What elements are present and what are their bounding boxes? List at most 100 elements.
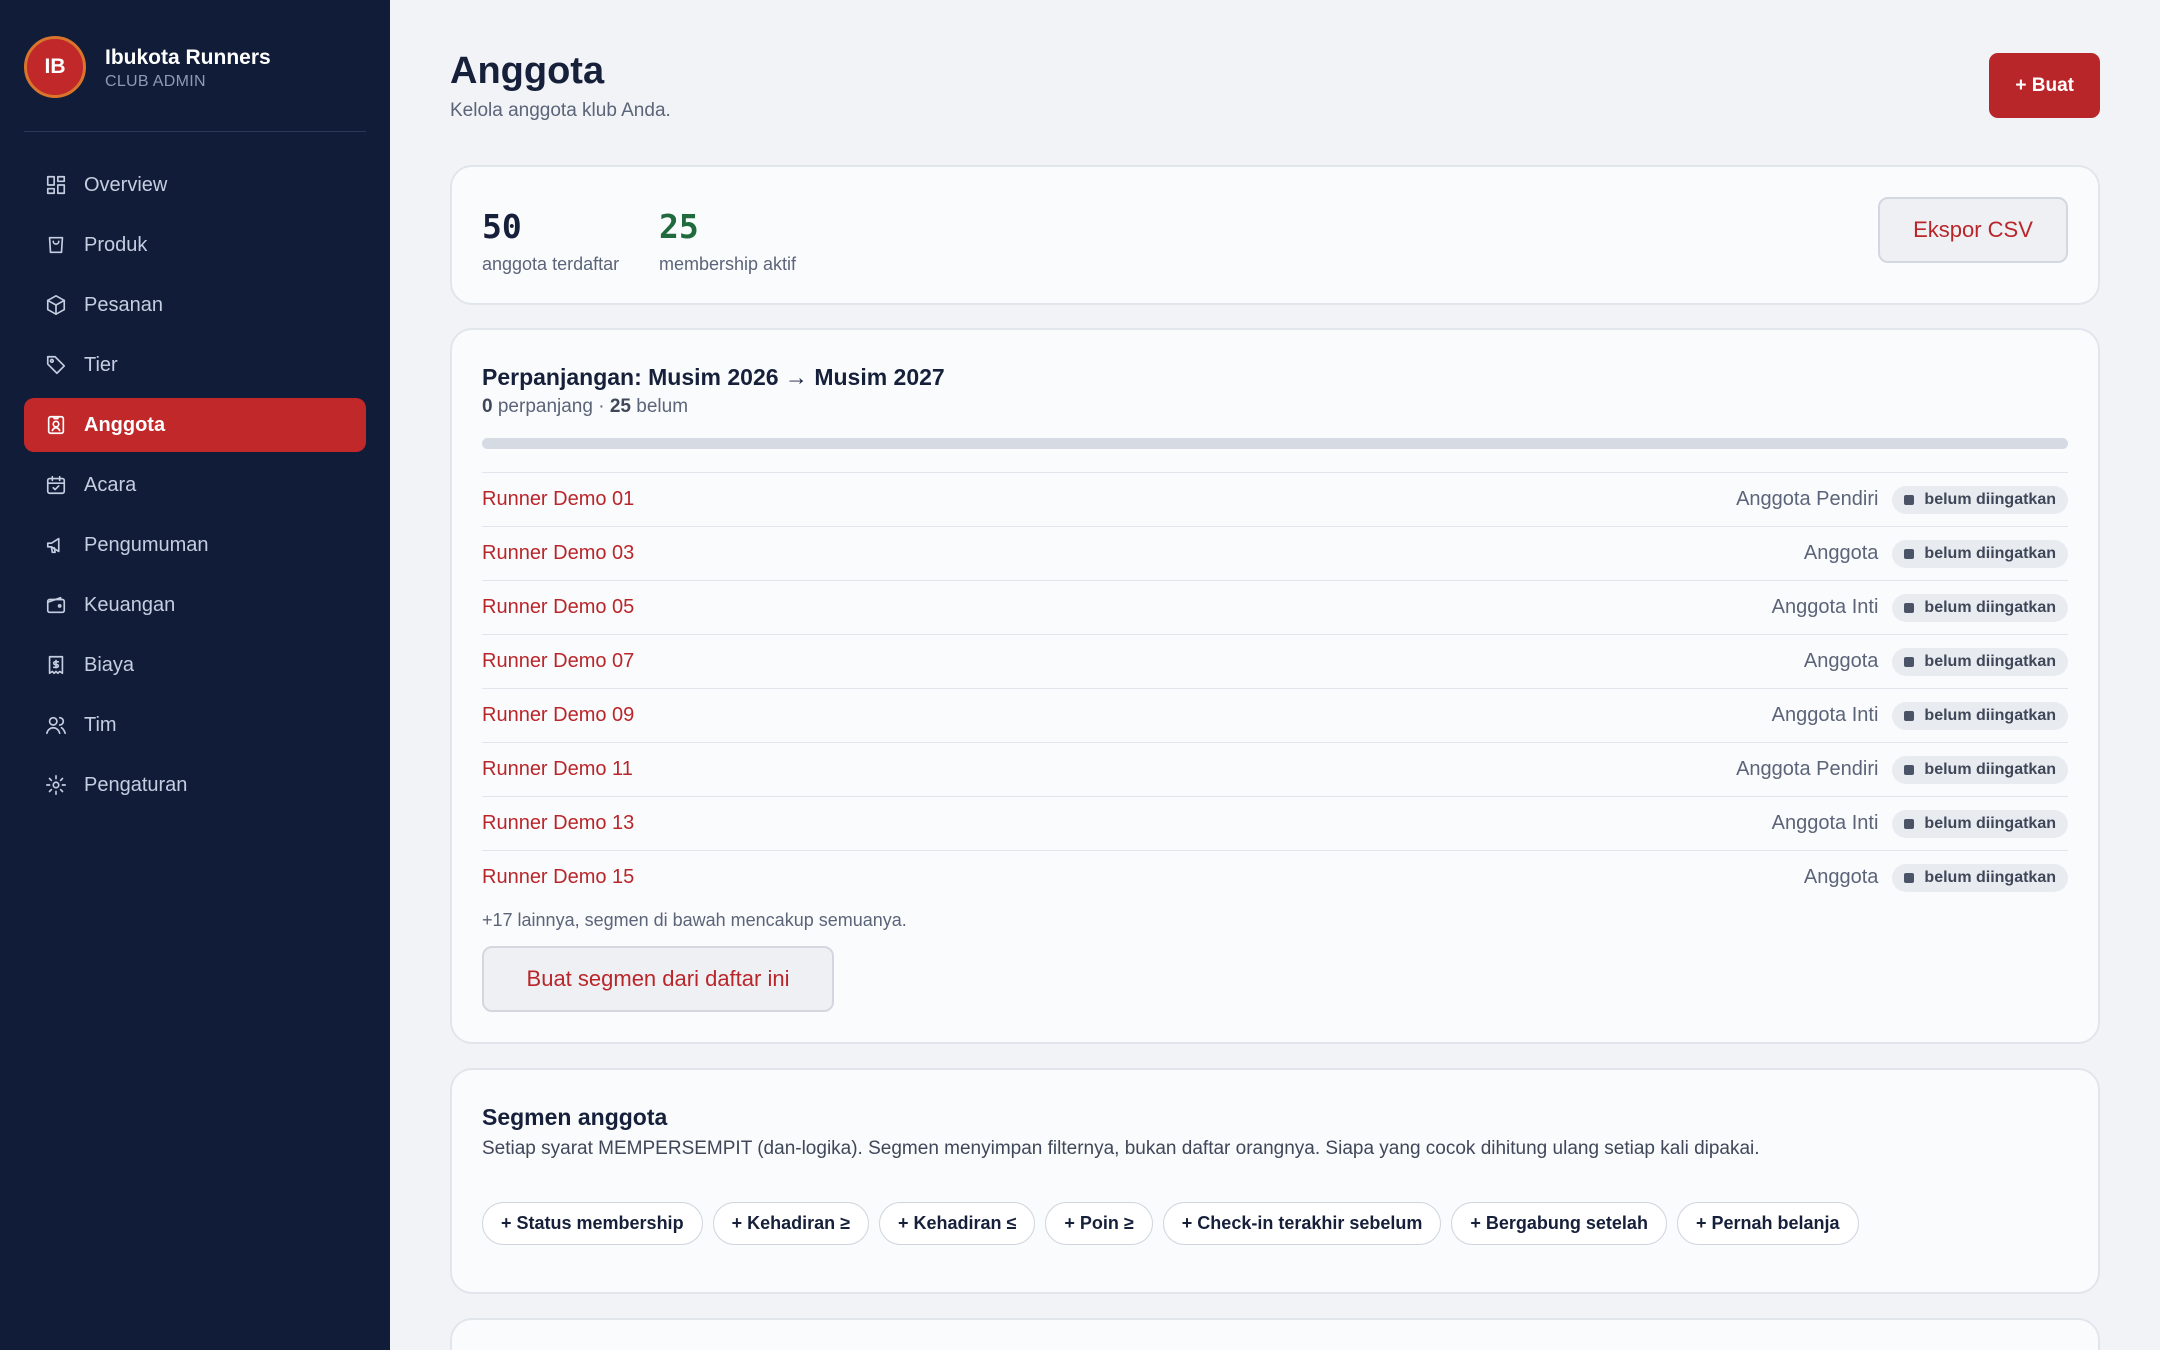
sidebar-item-label: Keuangan	[84, 593, 176, 616]
pending-count: 25	[609, 396, 631, 417]
club-brand: IB Ibukota Runners CLUB ADMIN	[24, 36, 366, 132]
member-meta: Anggota Pendiri belum diingatkan	[1736, 485, 2068, 514]
member-name-link[interactable]: Runner Demo 01	[482, 488, 634, 511]
sidebar-item-keuangan[interactable]: Keuangan	[24, 578, 366, 632]
member-name-link[interactable]: Runner Demo 13	[482, 812, 634, 835]
segment-filter-chip[interactable]: + Kehadiran ≥	[712, 1202, 869, 1245]
segments-description: Setiap syarat MEMPERSEMPIT (dan-logika).…	[482, 1138, 1760, 1159]
reminder-status-badge: belum diingatkan	[1892, 539, 2068, 568]
reminder-status-text: belum diingatkan	[1924, 490, 2056, 508]
segment-filter-chip[interactable]: + Kehadiran ≤	[878, 1202, 1036, 1245]
export-csv-button[interactable]: Ekspor CSV	[1878, 197, 2068, 263]
sidebar-item-produk[interactable]: Produk	[24, 218, 366, 272]
status-dot-icon	[1904, 494, 1915, 505]
active-count: 25	[659, 207, 699, 246]
sidebar-item-label: Pengumuman	[84, 533, 209, 556]
member-tier: Anggota	[1803, 650, 1879, 672]
renewed-count: 0	[482, 396, 493, 417]
status-dot-icon	[1904, 818, 1915, 829]
reminder-status-badge: belum diingatkan	[1892, 593, 2068, 622]
reminder-status-text: belum diingatkan	[1924, 544, 2056, 562]
segment-filter-chip[interactable]: + Status membership	[482, 1202, 703, 1245]
gear-icon	[44, 773, 68, 797]
reminder-status-badge: belum diingatkan	[1892, 809, 2068, 838]
member-row: Runner Demo 13 Anggota Inti belum diingatk…	[482, 796, 2068, 850]
segment-filter-chip[interactable]: + Poin ≥	[1045, 1202, 1153, 1245]
member-row: Runner Demo 09 Anggota Inti belum diingatk…	[482, 688, 2068, 742]
page-subtitle: Kelola anggota klub Anda.	[450, 100, 671, 121]
segment-filter-chip[interactable]: + Check-in terakhir sebelum	[1162, 1202, 1442, 1245]
renewal-summary: 0 perpanjang · 25 belum	[482, 396, 688, 418]
sidebar-item-tim[interactable]: Tim	[24, 698, 366, 752]
segment-filter-chip[interactable]: + Pernah belanja	[1676, 1202, 1859, 1245]
sidebar-item-label: Pengaturan	[84, 773, 188, 796]
status-dot-icon	[1904, 548, 1915, 559]
summary-separator: ·	[598, 396, 605, 417]
member-row: Runner Demo 11 Anggota Pendiri belum diing…	[482, 742, 2068, 796]
pending-label: belum	[636, 396, 689, 417]
calendar-icon	[44, 473, 68, 497]
member-row: Runner Demo 07 Anggota belum diingatkan	[482, 634, 2068, 688]
member-badge-icon	[44, 413, 68, 437]
shopping-bag-icon	[44, 233, 68, 257]
member-name-link[interactable]: Runner Demo 15	[482, 866, 634, 889]
sidebar-item-tier[interactable]: Tier	[24, 338, 366, 392]
sidebar-item-pengaturan[interactable]: Pengaturan	[24, 758, 366, 812]
reminder-status-badge: belum diingatkan	[1892, 485, 2068, 514]
renewed-label: perpanjang	[497, 396, 593, 417]
status-dot-icon	[1904, 872, 1915, 883]
megaphone-icon	[44, 533, 68, 557]
sidebar-item-anggota[interactable]: Anggota	[24, 398, 366, 452]
sidebar: IB Ibukota Runners CLUB ADMIN Overview Pr…	[0, 0, 390, 1350]
reminder-status-text: belum diingatkan	[1924, 598, 2056, 616]
sidebar-item-acara[interactable]: Acara	[24, 458, 366, 512]
create-button[interactable]: + Buat	[1989, 53, 2100, 118]
grid-icon	[44, 173, 68, 197]
sidebar-item-biaya[interactable]: Biaya	[24, 638, 366, 692]
page-title: Anggota	[450, 50, 605, 92]
sidebar-item-label: Acara	[84, 473, 137, 496]
club-name: Ibukota Runners	[105, 46, 271, 69]
renewal-progress-bar	[482, 438, 2068, 449]
member-tier: Anggota Pendiri	[1736, 488, 1879, 510]
sidebar-item-overview[interactable]: Overview	[24, 158, 366, 212]
member-meta: Anggota Inti belum diingatkan	[1772, 809, 2068, 838]
member-name-link[interactable]: Runner Demo 05	[482, 596, 634, 619]
tag-icon	[44, 353, 68, 377]
registered-count: 50	[482, 207, 522, 246]
member-tier: Anggota	[1803, 866, 1879, 888]
member-name-link[interactable]: Runner Demo 07	[482, 650, 634, 673]
member-meta: Anggota Inti belum diingatkan	[1772, 593, 2068, 622]
active-label: membership aktif	[659, 254, 797, 274]
reminder-status-text: belum diingatkan	[1924, 706, 2056, 724]
main-content: Anggota Kelola anggota klub Anda. + Buat…	[390, 0, 2160, 1350]
wallet-icon	[44, 593, 68, 617]
segment-filter-chips: + Status membership + Kehadiran ≥ + Kehadi…	[482, 1202, 1859, 1245]
member-tier: Anggota	[1803, 542, 1879, 564]
sidebar-item-label: Pesanan	[84, 293, 163, 316]
stat-registered: 50 anggota terdaftar	[482, 207, 619, 275]
segments-title: Segmen anggota	[482, 1104, 668, 1130]
member-meta: Anggota Pendiri belum diingatkan	[1736, 755, 2068, 784]
member-name-link[interactable]: Runner Demo 09	[482, 704, 634, 727]
member-row: Runner Demo 01 Anggota Pendiri belum diing…	[482, 472, 2068, 526]
reminder-status-badge: belum diingatkan	[1892, 701, 2068, 730]
member-meta: Anggota belum diingatkan	[1803, 647, 2068, 676]
reminder-status-badge: belum diingatkan	[1892, 863, 2068, 892]
status-dot-icon	[1904, 764, 1915, 775]
segment-filter-chip[interactable]: + Bergabung setelah	[1451, 1202, 1667, 1245]
reminder-status-text: belum diingatkan	[1924, 814, 2056, 832]
member-row: Runner Demo 03 Anggota belum diingatkan	[482, 526, 2068, 580]
member-tier: Anggota Pendiri	[1736, 758, 1879, 780]
member-row: Runner Demo 15 Anggota belum diingatkan	[482, 850, 2068, 904]
club-avatar: IB	[24, 36, 86, 98]
member-name-link[interactable]: Runner Demo 11	[482, 758, 633, 781]
member-tier: Anggota Inti	[1771, 704, 1879, 726]
reminder-status-text: belum diingatkan	[1924, 868, 2056, 886]
member-name-link[interactable]: Runner Demo 03	[482, 542, 634, 565]
sidebar-item-pesanan[interactable]: Pesanan	[24, 278, 366, 332]
reminder-status-text: belum diingatkan	[1924, 652, 2056, 670]
sidebar-item-pengumuman[interactable]: Pengumuman	[24, 518, 366, 572]
reminder-status-badge: belum diingatkan	[1892, 647, 2068, 676]
create-segment-button[interactable]: Buat segmen dari daftar ini	[482, 946, 834, 1012]
